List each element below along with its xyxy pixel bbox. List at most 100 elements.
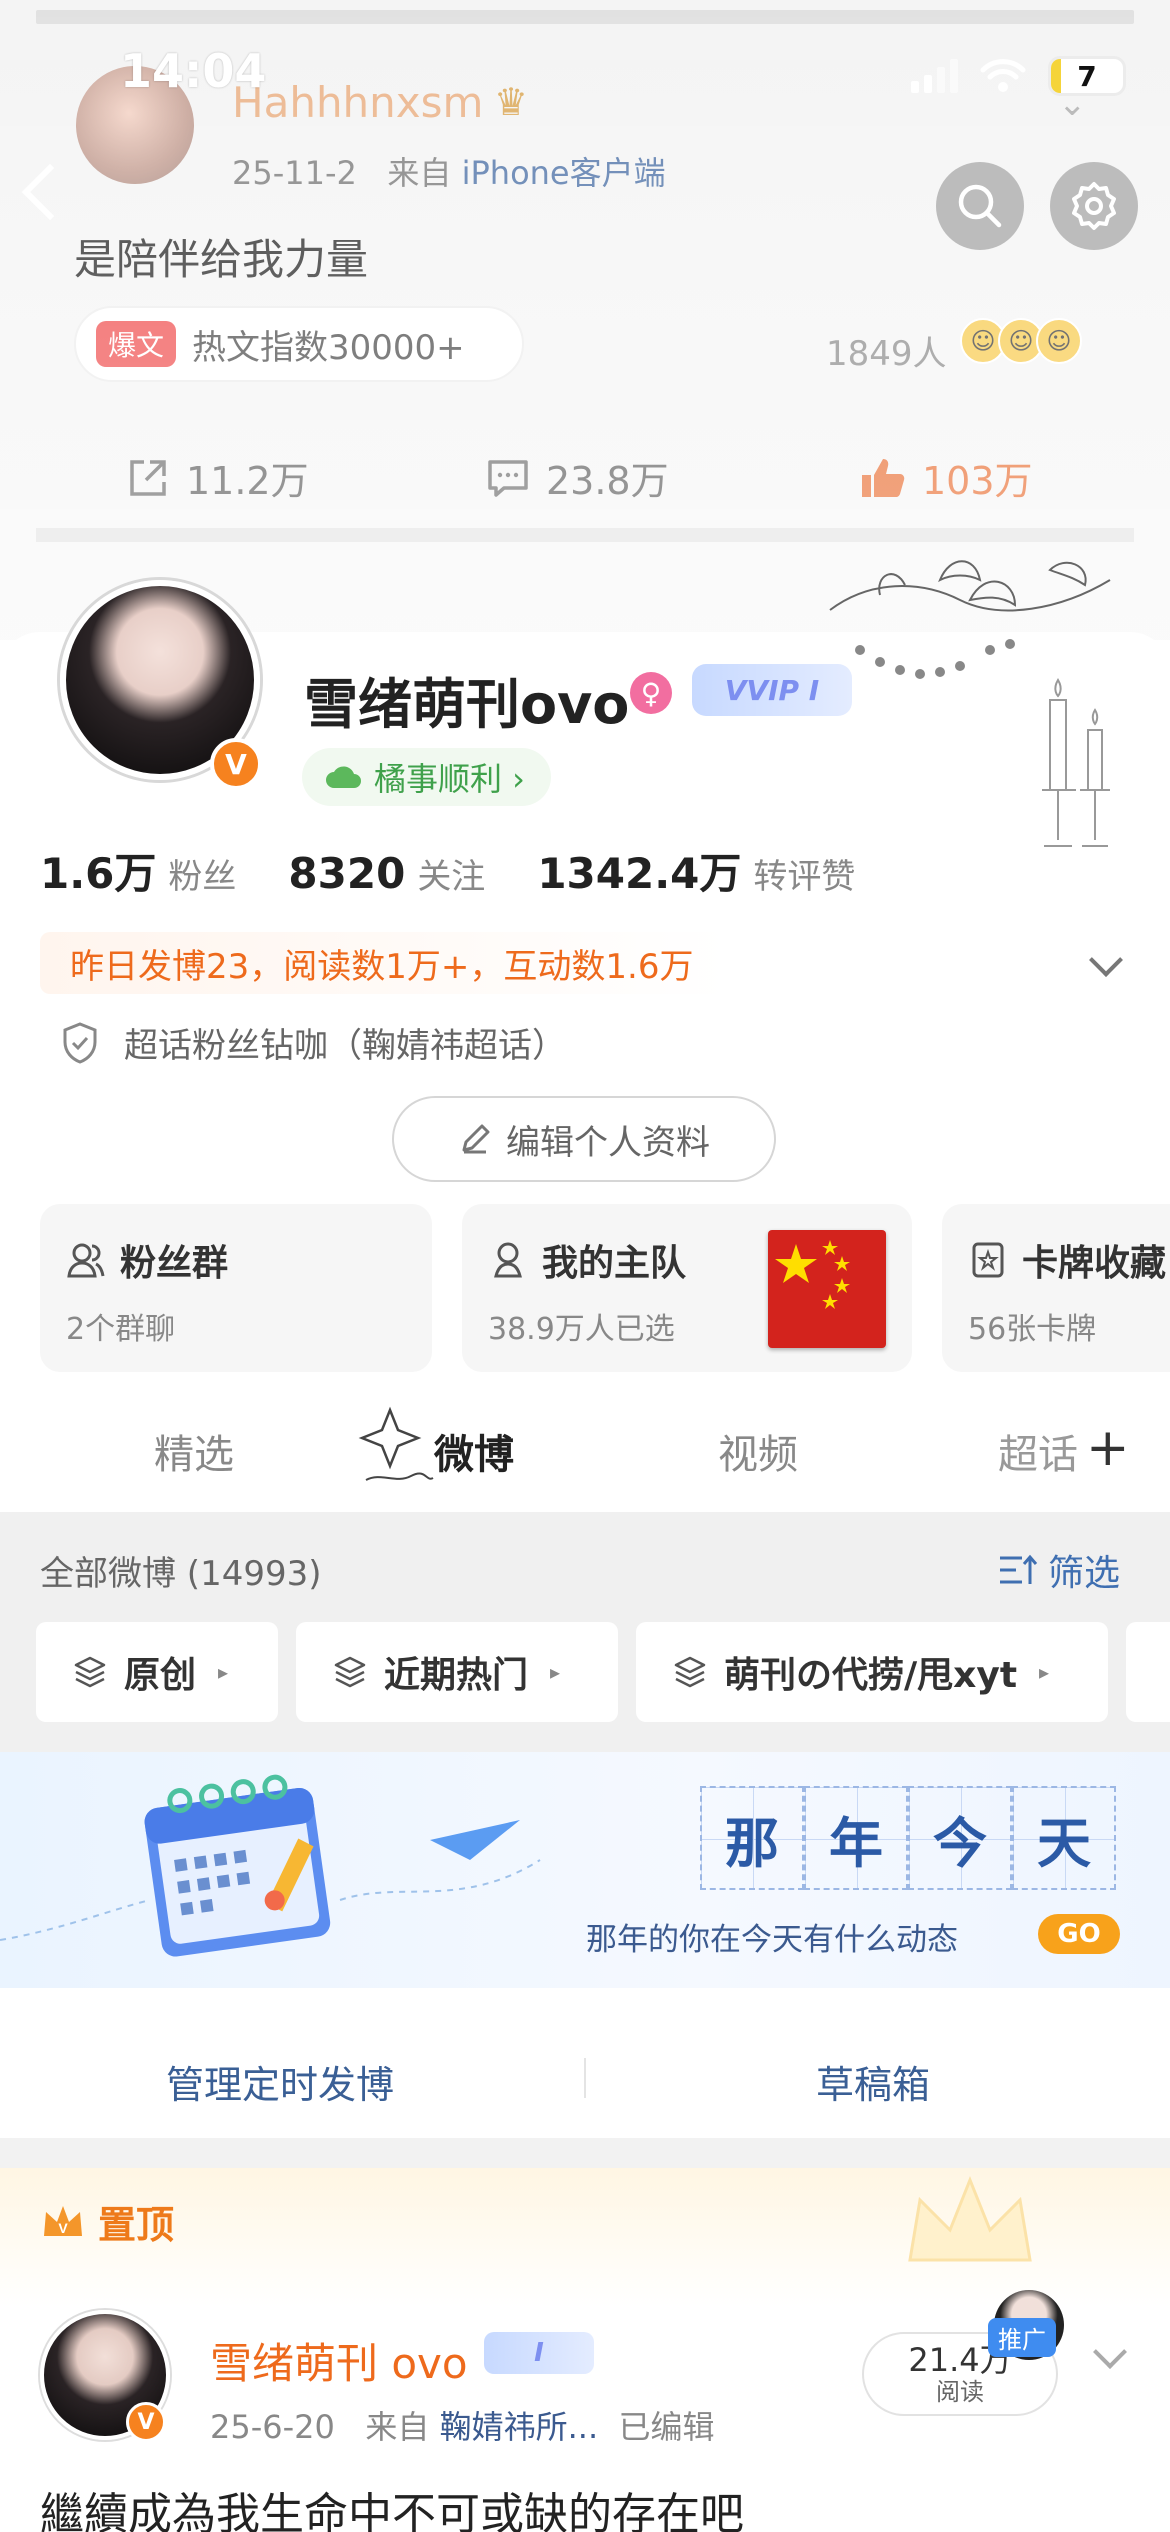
banner-char: 天	[1012, 1786, 1116, 1890]
on-this-day-title: 那 年 今 天	[700, 1786, 1116, 1890]
profile-name: 雪绪萌刊ovo	[304, 673, 630, 736]
tab-weibo[interactable]: 微博	[434, 1422, 514, 1480]
post-meta: 25-6-20 来自 鞠婧祎所... 已编辑	[210, 2402, 714, 2448]
prev-post-meta: 25-11-2 来自 iPhone客户端	[232, 148, 666, 194]
post-text[interactable]: 繼續成為我生命中不可或缺的存在吧	[40, 2478, 744, 2532]
post-username[interactable]: 雪绪萌刊 ovo	[210, 2330, 468, 2391]
section-gap	[0, 2138, 1170, 2168]
supertopic-label: 超话粉丝钻咖（鞠婧祎超话）	[124, 1026, 566, 1066]
orange-luck-button[interactable]: 橘事顺利 ›	[302, 748, 551, 806]
card-collection-card[interactable]: 卡牌收藏 56张卡牌	[942, 1204, 1170, 1372]
card-collection-title: 卡牌收藏	[1022, 1243, 1167, 1284]
female-icon: ♀	[630, 672, 672, 714]
chip-hot-label: 近期热门	[384, 1655, 529, 1696]
scroll-edge-line	[36, 10, 1134, 24]
divider	[584, 2058, 586, 2098]
card-icon	[972, 1242, 1004, 1278]
like-button[interactable]: 103万	[858, 450, 1033, 505]
all-weibo-count: 全部微博 (14993)	[40, 1554, 322, 1594]
post-source-prefix: 来自	[365, 2408, 430, 2446]
signal-icon	[911, 59, 958, 93]
profile-avatar[interactable]: V	[40, 560, 280, 800]
follow-count[interactable]: 8320	[288, 849, 405, 898]
post-date: 25-6-20	[210, 2408, 335, 2446]
crown-icon: ♛	[494, 80, 529, 124]
search-button[interactable]	[936, 162, 1024, 250]
go-button[interactable]: GO	[1038, 1914, 1120, 1954]
follow-label[interactable]: 关注	[417, 849, 485, 898]
medal-icon	[494, 1242, 522, 1278]
home-team-card[interactable]: 我的主队 38.9万人已选	[462, 1204, 912, 1372]
sparkle-icon	[358, 1406, 434, 1481]
status-icons: 7	[911, 54, 1126, 98]
edit-profile-label: 编辑个人资料	[506, 1122, 710, 1163]
reaction-faces[interactable]: ☺ ☺ ☺	[960, 318, 1082, 364]
fans-label[interactable]: 粉丝	[168, 849, 236, 898]
forward-button[interactable]: 11.2万	[126, 450, 309, 505]
fan-group-card[interactable]: 粉丝群 2个群聊	[40, 1204, 432, 1372]
card-collection-sub: 56张卡牌	[968, 1312, 1097, 1347]
pinned-text: 置顶	[98, 2203, 175, 2247]
prev-post-source[interactable]: iPhone客户端	[462, 154, 666, 192]
profile-counts: 1.6万 粉丝 8320 关注 1342.4万 转评赞	[40, 840, 907, 901]
status-time: 14:04	[120, 44, 267, 98]
vip-badge[interactable]: I	[484, 2332, 594, 2374]
hot-post-index: 热文指数30000+	[192, 327, 465, 368]
tab-supertopic[interactable]: 超话	[998, 1422, 1078, 1480]
fans-count[interactable]: 1.6万	[40, 840, 156, 901]
post-edited: 已编辑	[618, 2408, 715, 2446]
filter-label: 筛选	[1048, 1553, 1121, 1594]
pencil-icon	[462, 1124, 490, 1154]
scheduled-posts-button[interactable]: 管理定时发博	[166, 2054, 394, 2109]
banner-char: 那	[700, 1786, 804, 1890]
chip-original[interactable]: 原创 ▸	[36, 1622, 278, 1722]
reaction-count[interactable]: 1849人	[826, 326, 947, 375]
settings-button[interactable]	[1050, 162, 1138, 250]
layers-icon	[674, 1656, 706, 1688]
verified-icon: V	[126, 2402, 166, 2442]
banner-char: 年	[804, 1786, 908, 1890]
chip-original-label: 原创	[124, 1655, 197, 1696]
like-count: 103万	[922, 459, 1033, 503]
candle-decoration	[1042, 678, 1110, 847]
filter-button[interactable]: 筛选	[998, 1544, 1120, 1596]
orange-luck-label: 橘事顺利 ›	[374, 760, 525, 798]
home-team-title: 我的主队	[542, 1243, 687, 1284]
vvip-badge[interactable]: VVIP I	[692, 664, 852, 716]
cloud-icon	[326, 766, 361, 788]
post-source[interactable]: 鞠婧祎所...	[440, 2408, 599, 2446]
yesterday-stats[interactable]: 昨日发博23，阅读数1万+，互动数1.6万	[40, 932, 730, 994]
verified-icon: V	[210, 738, 262, 790]
hot-post-tag: 爆文	[96, 321, 177, 367]
layers-icon	[74, 1656, 106, 1688]
plus-icon[interactable]: +	[1086, 1418, 1130, 1478]
comment-count: 23.8万	[546, 459, 669, 503]
drafts-button[interactable]: 草稿箱	[816, 2054, 930, 2109]
search-icon	[958, 184, 1002, 228]
prev-post-text[interactable]: 是陪伴给我力量	[74, 226, 368, 287]
interaction-count[interactable]: 1342.4万	[537, 840, 741, 901]
chip-collection[interactable]: 萌刊の代捞/甩xyt ▸	[636, 1622, 1108, 1722]
tab-video[interactable]: 视频	[718, 1422, 798, 1480]
wifi-icon	[980, 59, 1026, 92]
tab-featured[interactable]: 精选	[154, 1422, 234, 1480]
fan-group-title: 粉丝群	[120, 1243, 229, 1284]
svg-text:V: V	[58, 2220, 68, 2236]
interaction-label[interactable]: 转评赞	[753, 849, 855, 898]
supertopic-row[interactable]: 超话粉丝钻咖（鞠婧祎超话）	[60, 1018, 566, 1067]
china-flag-icon	[768, 1230, 886, 1348]
prev-post-username[interactable]: Hahhhnxsm	[232, 78, 483, 127]
emoji-icon: ☺	[1036, 318, 1082, 364]
edit-profile-button[interactable]: 编辑个人资料	[392, 1096, 776, 1182]
profile-tabs: 精选 微博 视频 超话 +	[0, 1404, 1170, 1494]
hot-post-pill[interactable]: 爆文 热文指数30000+	[74, 306, 524, 382]
chip-more[interactable]	[1126, 1622, 1170, 1722]
pinned-label: V 置顶	[40, 2194, 174, 2249]
comment-button[interactable]: 23.8万	[486, 450, 669, 505]
layers-icon	[334, 1656, 366, 1688]
on-this-day-subtitle: 那年的你在今天有什么动态	[586, 1922, 958, 1958]
read-label: 阅读	[936, 2378, 984, 2406]
battery-icon: 7	[1048, 56, 1126, 96]
promote-tag[interactable]: 推广	[988, 2318, 1056, 2357]
chip-hot[interactable]: 近期热门 ▸	[296, 1622, 618, 1722]
